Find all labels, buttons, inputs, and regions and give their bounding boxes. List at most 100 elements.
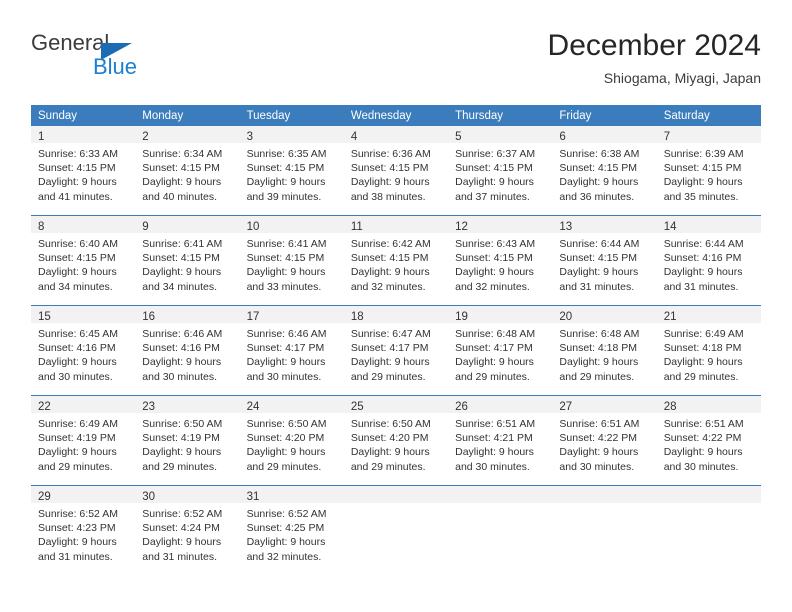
weekday-header-monday: Monday — [135, 105, 240, 126]
calendar-day-cell[interactable]: 23 Sunrise: 6:50 AM Sunset: 4:19 PM Dayligh… — [135, 395, 240, 486]
day-number-band: 20 — [552, 306, 657, 323]
daylight-text: Daylight: 9 hours — [38, 266, 117, 279]
day-details: Sunrise: 6:41 AM Sunset: 4:15 PM Daylight:… — [240, 233, 344, 294]
calendar-day-cell[interactable]: 9 Sunrise: 6:41 AM Sunset: 4:15 PM Daylight… — [135, 215, 240, 306]
daylight-text-cont: and 38 minutes. — [350, 190, 426, 203]
calendar-day-cell[interactable]: 15 Sunrise: 6:45 AM Sunset: 4:16 PM Dayligh… — [31, 305, 136, 396]
day-number: 27 — [559, 401, 573, 413]
calendar-day-cell[interactable]: 17 Sunrise: 6:46 AM Sunset: 4:17 PM Dayligh… — [239, 305, 344, 396]
sunrise-text: Sunrise: 6:36 AM — [350, 148, 431, 160]
day-number-band — [448, 486, 553, 503]
sunset-text: Sunset: 4:15 PM — [246, 252, 325, 265]
daylight-text: Daylight: 9 hours — [142, 266, 222, 279]
day-number-band: 9 — [135, 216, 240, 233]
day-number-band: 27 — [552, 396, 657, 413]
sunset-text: Sunset: 4:19 PM — [38, 432, 116, 445]
daylight-text: Daylight: 9 hours — [350, 266, 430, 279]
daylight-text: Daylight: 9 hours — [142, 176, 222, 189]
sunset-text: Sunset: 4:15 PM — [455, 252, 533, 265]
calendar-day-cell[interactable]: 1 Sunrise: 6:33 AM Sunset: 4:15 PM Daylight… — [31, 126, 136, 216]
calendar-day-cell[interactable]: 21 Sunrise: 6:49 AM Sunset: 4:18 PM Dayligh… — [656, 305, 761, 396]
daylight-text: Daylight: 9 hours — [663, 266, 743, 279]
day-number: 22 — [38, 401, 51, 413]
weekday-header-wednesday: Wednesday — [343, 105, 449, 126]
calendar-day-cell[interactable]: 8 Sunrise: 6:40 AM Sunset: 4:15 PM Daylight… — [31, 215, 136, 306]
daylight-text: Daylight: 9 hours — [38, 356, 117, 369]
weekday-header-friday: Friday — [552, 105, 657, 126]
day-details: Sunrise: 6:52 AM Sunset: 4:24 PM Daylight:… — [135, 503, 239, 564]
day-details: Sunrise: 6:37 AM Sunset: 4:15 PM Daylight:… — [448, 143, 552, 204]
day-details: Sunrise: 6:46 AM Sunset: 4:16 PM Daylight:… — [135, 323, 239, 384]
day-details: Sunrise: 6:49 AM Sunset: 4:18 PM Daylight:… — [657, 323, 761, 384]
calendar-day-cell[interactable]: 12 Sunrise: 6:43 AM Sunset: 4:15 PM Dayligh… — [448, 215, 553, 306]
sunrise-text: Sunrise: 6:50 AM — [142, 418, 223, 430]
sunrise-text: Sunrise: 6:33 AM — [38, 148, 118, 160]
calendar-day-cell[interactable]: 13 Sunrise: 6:44 AM Sunset: 4:15 PM Dayligh… — [552, 215, 657, 306]
calendar-day-cell[interactable]: 29 Sunrise: 6:52 AM Sunset: 4:23 PM Dayligh… — [31, 485, 136, 575]
daylight-text: Daylight: 9 hours — [350, 446, 430, 459]
calendar-day-cell[interactable]: 14 Sunrise: 6:44 AM Sunset: 4:16 PM Dayligh… — [656, 215, 761, 306]
day-details: Sunrise: 6:48 AM Sunset: 4:18 PM Daylight:… — [552, 323, 656, 384]
day-number-band: 26 — [448, 396, 553, 413]
calendar-day-cell[interactable]: 28 Sunrise: 6:51 AM Sunset: 4:22 PM Dayligh… — [656, 395, 761, 486]
sunrise-text: Sunrise: 6:49 AM — [38, 418, 118, 430]
page-header: General Blue December 2024 Shiogama, Miy… — [31, 28, 761, 96]
daylight-text: Daylight: 9 hours — [38, 446, 117, 459]
calendar-day-cell[interactable]: 30 Sunrise: 6:52 AM Sunset: 4:24 PM Dayligh… — [135, 485, 240, 575]
calendar-week-row: 15 Sunrise: 6:45 AM Sunset: 4:16 PM Dayligh… — [31, 305, 761, 396]
day-number-band: 7 — [656, 126, 761, 143]
daylight-text-cont: and 32 minutes. — [455, 280, 530, 293]
day-number-band: 4 — [343, 126, 449, 143]
calendar-day-cell[interactable]: 7 Sunrise: 6:39 AM Sunset: 4:15 PM Daylight… — [656, 126, 761, 216]
day-number-band — [656, 486, 761, 503]
calendar-header-row: Sunday Monday Tuesday Wednesday Thursday… — [31, 105, 761, 126]
daylight-text-cont: and 30 minutes. — [559, 460, 635, 473]
day-number-band: 30 — [135, 486, 240, 503]
calendar-day-cell[interactable]: 19 Sunrise: 6:48 AM Sunset: 4:17 PM Dayligh… — [448, 305, 553, 396]
day-details: Sunrise: 6:43 AM Sunset: 4:15 PM Daylight:… — [448, 233, 552, 294]
calendar-day-cell[interactable]: 27 Sunrise: 6:51 AM Sunset: 4:22 PM Dayligh… — [552, 395, 657, 486]
calendar-day-cell[interactable]: 11 Sunrise: 6:42 AM Sunset: 4:15 PM Dayligh… — [343, 215, 449, 306]
calendar-day-cell[interactable]: 4 Sunrise: 6:36 AM Sunset: 4:15 PM Daylight… — [343, 126, 449, 216]
daylight-text-cont: and 29 minutes. — [663, 370, 739, 383]
day-number: 16 — [142, 311, 156, 323]
calendar-day-cell[interactable]: 18 Sunrise: 6:47 AM Sunset: 4:17 PM Dayligh… — [343, 305, 449, 396]
weekday-header-sunday: Sunday — [31, 105, 136, 126]
calendar-day-cell[interactable]: 26 Sunrise: 6:51 AM Sunset: 4:21 PM Dayligh… — [448, 395, 553, 486]
calendar-day-cell[interactable]: 5 Sunrise: 6:37 AM Sunset: 4:15 PM Daylight… — [448, 126, 553, 216]
calendar-day-cell[interactable]: 2 Sunrise: 6:34 AM Sunset: 4:15 PM Daylight… — [135, 126, 240, 216]
sunrise-text: Sunrise: 6:45 AM — [38, 328, 118, 340]
calendar-day-cell[interactable]: 3 Sunrise: 6:35 AM Sunset: 4:15 PM Daylight… — [239, 126, 344, 216]
calendar-day-cell[interactable]: 10 Sunrise: 6:41 AM Sunset: 4:15 PM Dayligh… — [239, 215, 344, 306]
calendar-day-cell[interactable]: 24 Sunrise: 6:50 AM Sunset: 4:20 PM Dayligh… — [239, 395, 344, 486]
day-number: 1 — [38, 131, 45, 143]
calendar-day-cell[interactable]: 6 Sunrise: 6:38 AM Sunset: 4:15 PM Daylight… — [552, 126, 657, 216]
sunrise-text: Sunrise: 6:35 AM — [246, 148, 327, 160]
daylight-text-cont: and 34 minutes. — [142, 280, 217, 293]
daylight-text-cont: and 29 minutes. — [350, 460, 426, 473]
calendar-day-cell-empty — [656, 485, 761, 575]
daylight-text-cont: and 31 minutes. — [38, 550, 113, 563]
calendar-day-cell[interactable]: 20 Sunrise: 6:48 AM Sunset: 4:18 PM Dayligh… — [552, 305, 657, 396]
sunset-text: Sunset: 4:23 PM — [38, 522, 116, 535]
sunrise-text: Sunrise: 6:44 AM — [663, 238, 744, 250]
sunrise-text: Sunrise: 6:46 AM — [246, 328, 327, 340]
daylight-text: Daylight: 9 hours — [663, 446, 743, 459]
daylight-text-cont: and 31 minutes. — [142, 550, 217, 563]
day-details: Sunrise: 6:42 AM Sunset: 4:15 PM Daylight:… — [344, 233, 448, 294]
calendar-day-cell[interactable]: 22 Sunrise: 6:49 AM Sunset: 4:19 PM Dayligh… — [31, 395, 136, 486]
sunset-text: Sunset: 4:25 PM — [246, 522, 325, 535]
sunset-text: Sunset: 4:18 PM — [663, 342, 742, 355]
day-number-band — [343, 486, 449, 503]
day-details: Sunrise: 6:36 AM Sunset: 4:15 PM Daylight:… — [344, 143, 448, 204]
calendar-day-cell[interactable]: 16 Sunrise: 6:46 AM Sunset: 4:16 PM Dayligh… — [135, 305, 240, 396]
calendar-day-cell[interactable]: 31 Sunrise: 6:52 AM Sunset: 4:25 PM Dayligh… — [239, 485, 344, 575]
general-blue-logo[interactable]: General Blue — [31, 30, 211, 90]
day-number-band: 31 — [239, 486, 344, 503]
sunrise-text: Sunrise: 6:49 AM — [663, 328, 744, 340]
daylight-text-cont: and 30 minutes. — [38, 370, 113, 383]
day-number-band: 10 — [239, 216, 344, 233]
day-details: Sunrise: 6:39 AM Sunset: 4:15 PM Daylight:… — [657, 143, 761, 204]
calendar-day-cell[interactable]: 25 Sunrise: 6:50 AM Sunset: 4:20 PM Dayligh… — [343, 395, 449, 486]
day-details: Sunrise: 6:51 AM Sunset: 4:21 PM Daylight:… — [448, 413, 552, 474]
